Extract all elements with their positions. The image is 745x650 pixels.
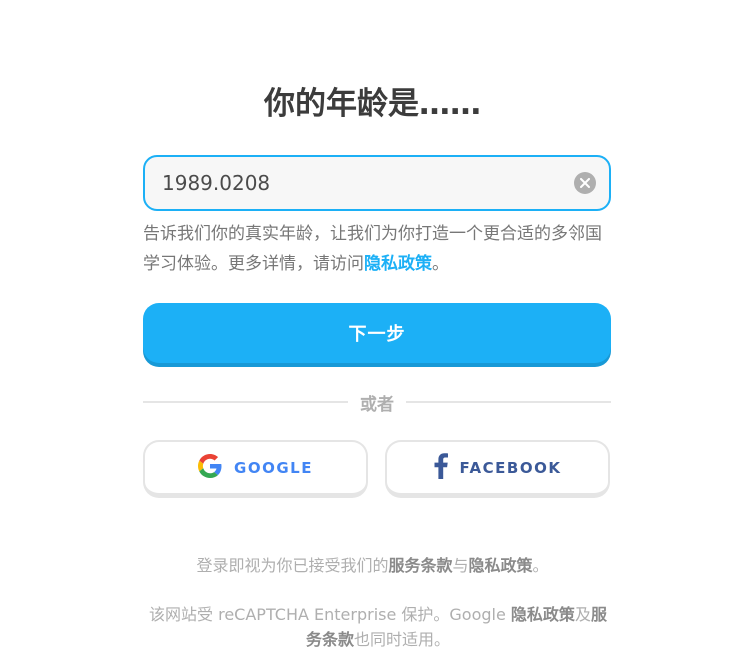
google-logo-icon	[198, 453, 222, 482]
google-login-button[interactable]: GOOGLE	[143, 440, 368, 498]
age-help-text: 告诉我们你的真实年龄，让我们为你打造一个更合适的多邻国学习体验。更多详情，请访问…	[143, 219, 613, 279]
next-button[interactable]: 下一步	[143, 303, 611, 363]
help-text-suffix: 。	[432, 254, 449, 274]
help-privacy-link[interactable]: 隐私政策	[364, 254, 432, 274]
recaptcha-prefix: 该网站受 reCAPTCHA Enterprise 保护。Google	[149, 605, 511, 624]
terms-privacy-link[interactable]: 隐私政策	[469, 556, 533, 575]
terms-prefix: 登录即视为你已接受我们的	[196, 556, 389, 575]
recaptcha-middle: 及	[574, 605, 591, 624]
divider-line-right	[406, 401, 611, 403]
terms-suffix: 。	[532, 556, 549, 575]
facebook-logo-icon	[434, 452, 448, 483]
or-divider: 或者	[143, 390, 611, 415]
facebook-login-button[interactable]: FACEBOOK	[385, 440, 610, 498]
recaptcha-suffix: 也同时适用。	[354, 630, 451, 649]
age-field	[143, 155, 611, 211]
age-input[interactable]	[145, 157, 574, 209]
google-button-label: GOOGLE	[234, 458, 313, 477]
terms-notice: 登录即视为你已接受我们的服务条款与隐私政策。	[0, 552, 745, 576]
divider-line-left	[143, 401, 348, 403]
google-privacy-link[interactable]: 隐私政策	[511, 605, 575, 624]
terms-of-service-link[interactable]: 服务条款	[388, 556, 452, 575]
terms-middle: 与	[452, 556, 469, 575]
clear-circle-icon[interactable]	[574, 172, 596, 194]
facebook-button-label: FACEBOOK	[459, 458, 562, 477]
page-title: 你的年龄是……	[264, 86, 481, 122]
recaptcha-notice: 该网站受 reCAPTCHA Enterprise 保护。Google 隐私政策…	[143, 602, 613, 650]
age-entry-page: 你的年龄是…… 告诉我们你的真实年龄，让我们为你打造一个更合适的多邻国学习体验。…	[0, 0, 745, 650]
divider-text: 或者	[360, 394, 394, 415]
